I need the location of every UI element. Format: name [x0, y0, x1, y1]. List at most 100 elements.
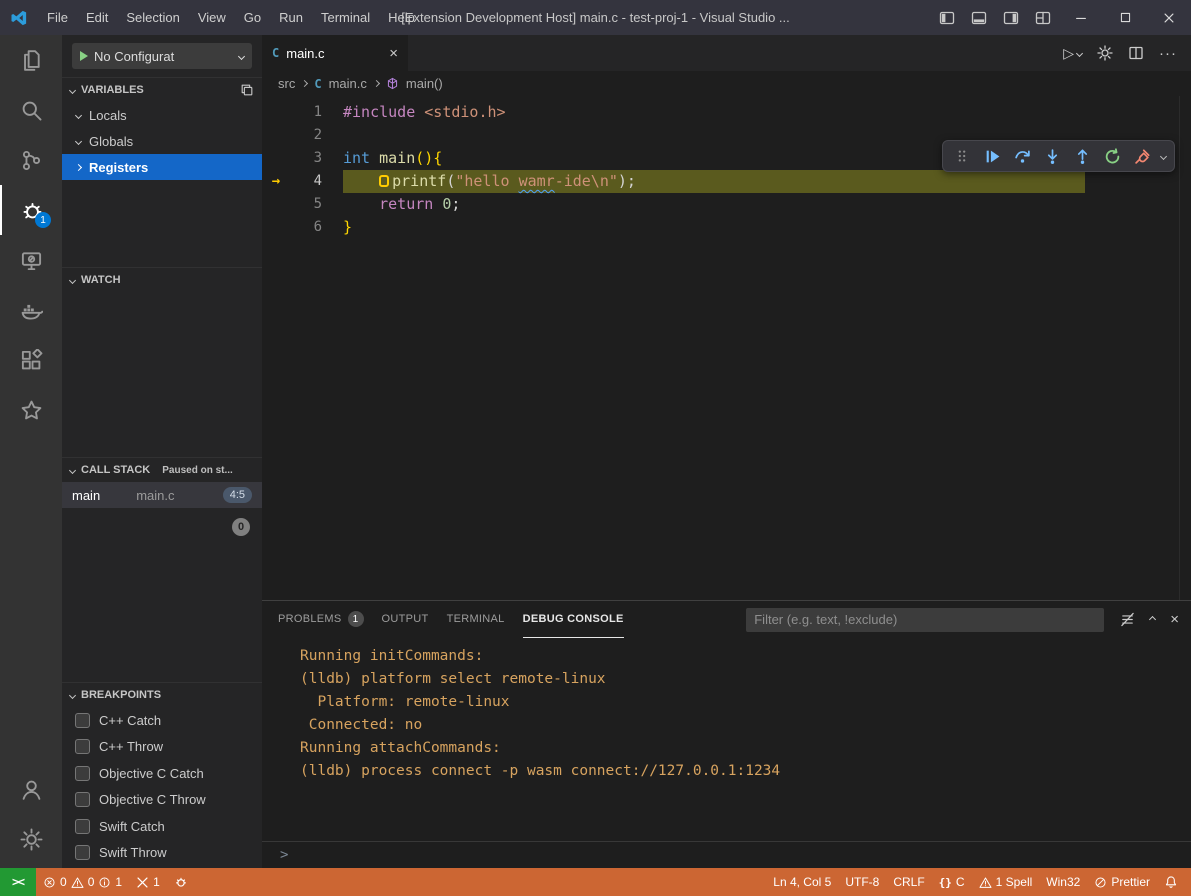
- current-line-arrow-icon[interactable]: →: [262, 170, 290, 193]
- language-mode[interactable]: {} C: [932, 868, 972, 896]
- breadcrumbs: src C main.c main(): [262, 71, 1191, 96]
- breakpoint-row[interactable]: Objective C Throw: [62, 787, 262, 814]
- close-panel-icon[interactable]: ×: [1170, 611, 1179, 628]
- maximize-button[interactable]: [1103, 0, 1147, 35]
- panel-tab-problems[interactable]: PROBLEMS1: [278, 601, 364, 638]
- more-actions-icon[interactable]: ···: [1159, 45, 1177, 62]
- call-stack-header[interactable]: CALL STACK Paused on st...: [62, 458, 262, 482]
- extensions-icon[interactable]: [0, 335, 62, 385]
- drag-grip-icon[interactable]: [948, 144, 976, 168]
- continue-button[interactable]: [978, 144, 1006, 168]
- tree-item-locals[interactable]: Locals: [62, 102, 262, 128]
- debug-configuration-select[interactable]: No Configurat: [72, 43, 252, 69]
- menu-run[interactable]: Run: [270, 0, 312, 35]
- menu-edit[interactable]: Edit: [77, 0, 117, 35]
- code-line[interactable]: →4 printf("hello wamr-ide\n");: [262, 170, 1191, 193]
- tab-main-c[interactable]: C main.c ×: [262, 35, 408, 71]
- stack-frame-row[interactable]: main main.c 4:5: [62, 482, 262, 508]
- menu-file[interactable]: File: [38, 0, 77, 35]
- eol-indicator[interactable]: CRLF: [886, 868, 931, 896]
- debug-session-status[interactable]: [167, 868, 195, 896]
- clear-console-icon[interactable]: [1120, 612, 1135, 627]
- breakpoint-checkbox[interactable]: [75, 739, 90, 754]
- breakpoint-checkbox[interactable]: [75, 819, 90, 834]
- docker-icon[interactable]: [0, 285, 62, 335]
- close-window-button[interactable]: [1147, 0, 1191, 35]
- console-filter-input[interactable]: [746, 608, 1104, 632]
- explorer-icon[interactable]: [0, 35, 62, 85]
- panel-tab-debug-console[interactable]: DEBUG CONSOLE: [523, 601, 624, 638]
- breakpoints-header[interactable]: BREAKPOINTS: [62, 683, 262, 707]
- breakpoint-row[interactable]: C++ Catch: [62, 707, 262, 734]
- run-or-debug-button[interactable]: ▷: [1063, 45, 1082, 62]
- editor-settings-gear-icon[interactable]: [1097, 45, 1113, 61]
- customize-layout-icon[interactable]: [1027, 0, 1059, 35]
- breakpoint-checkbox[interactable]: [75, 713, 90, 728]
- menu-go[interactable]: Go: [235, 0, 270, 35]
- toggle-panel-icon[interactable]: [963, 0, 995, 35]
- variables-header[interactable]: VARIABLES: [62, 78, 262, 102]
- remote-indicator[interactable]: ><: [0, 868, 36, 896]
- chevron-down-icon[interactable]: [1160, 152, 1167, 159]
- inline-breakpoint-icon[interactable]: [379, 175, 389, 187]
- tools-status[interactable]: 1: [129, 868, 167, 896]
- panel-tab-label: DEBUG CONSOLE: [523, 613, 624, 625]
- step-over-button[interactable]: [1008, 144, 1036, 168]
- breakpoint-row[interactable]: Swift Throw: [62, 840, 262, 867]
- breakpoint-checkbox[interactable]: [75, 792, 90, 807]
- spell-checker-status[interactable]: 1 Spell: [972, 868, 1040, 896]
- editor-scrollbar[interactable]: [1179, 96, 1191, 600]
- breakpoint-row[interactable]: Swift Catch: [62, 813, 262, 840]
- panel-tab-output[interactable]: OUTPUT: [382, 601, 429, 638]
- debug-console-output[interactable]: Running initCommands:(lldb) platform sel…: [262, 638, 1191, 841]
- split-editor-icon[interactable]: [1128, 45, 1144, 61]
- console-line: Platform: remote-linux: [300, 691, 1181, 714]
- tree-item-registers[interactable]: Registers: [62, 154, 262, 180]
- breadcrumb-file[interactable]: main.c: [329, 76, 367, 91]
- encoding-indicator[interactable]: UTF-8: [838, 868, 886, 896]
- step-out-button[interactable]: [1068, 144, 1096, 168]
- watch-header[interactable]: WATCH: [62, 268, 262, 292]
- maximize-panel-icon[interactable]: [1149, 616, 1156, 623]
- menu-selection[interactable]: Selection: [117, 0, 188, 35]
- source-control-icon[interactable]: [0, 135, 62, 185]
- breakpoint-row[interactable]: C++ Throw: [62, 734, 262, 761]
- breakpoint-checkbox[interactable]: [75, 766, 90, 781]
- cursor-position[interactable]: Ln 4, Col 5: [766, 868, 838, 896]
- toggle-primary-sidebar-icon[interactable]: [931, 0, 963, 35]
- settings-gear-icon[interactable]: [0, 814, 62, 864]
- code-line[interactable]: 1#include <stdio.h>: [262, 101, 1191, 124]
- notifications-bell-icon[interactable]: [1157, 868, 1185, 896]
- breakpoint-checkbox[interactable]: [75, 845, 90, 860]
- star-icon[interactable]: [0, 385, 62, 435]
- code-editor[interactable]: 1#include <stdio.h>23int main(){→4 print…: [262, 96, 1191, 600]
- breadcrumb-symbol[interactable]: main(): [406, 76, 443, 91]
- search-icon[interactable]: [0, 85, 62, 135]
- toggle-secondary-sidebar-icon[interactable]: [995, 0, 1027, 35]
- code-token: <stdio.h>: [424, 103, 505, 121]
- minimize-button[interactable]: [1059, 0, 1103, 35]
- chevron-down-icon: [1076, 49, 1083, 56]
- breadcrumb-folder[interactable]: src: [278, 76, 295, 91]
- breakpoint-row[interactable]: Objective C Catch: [62, 760, 262, 787]
- close-tab-icon[interactable]: ×: [389, 45, 398, 62]
- problems-status[interactable]: 0 0 1: [36, 868, 129, 896]
- panel-tab-label: TERMINAL: [447, 613, 505, 625]
- prettier-status[interactable]: Prettier: [1087, 868, 1157, 896]
- code-line[interactable]: 6}: [262, 216, 1191, 239]
- disconnect-button[interactable]: [1128, 144, 1156, 168]
- run-and-debug-icon[interactable]: 1: [0, 185, 62, 235]
- panel-tab-terminal[interactable]: TERMINAL: [447, 601, 505, 638]
- platform-indicator[interactable]: Win32: [1039, 868, 1087, 896]
- remote-explorer-icon[interactable]: [0, 235, 62, 285]
- accounts-icon[interactable]: [0, 764, 62, 814]
- copy-icon[interactable]: [240, 83, 254, 97]
- step-into-button[interactable]: [1038, 144, 1066, 168]
- code-token: return: [379, 195, 433, 213]
- menu-view[interactable]: View: [189, 0, 235, 35]
- menu-terminal[interactable]: Terminal: [312, 0, 379, 35]
- debug-console-input[interactable]: >: [262, 841, 1191, 868]
- restart-button[interactable]: [1098, 144, 1126, 168]
- tree-item-globals[interactable]: Globals: [62, 128, 262, 154]
- code-line[interactable]: 5 return 0;: [262, 193, 1191, 216]
